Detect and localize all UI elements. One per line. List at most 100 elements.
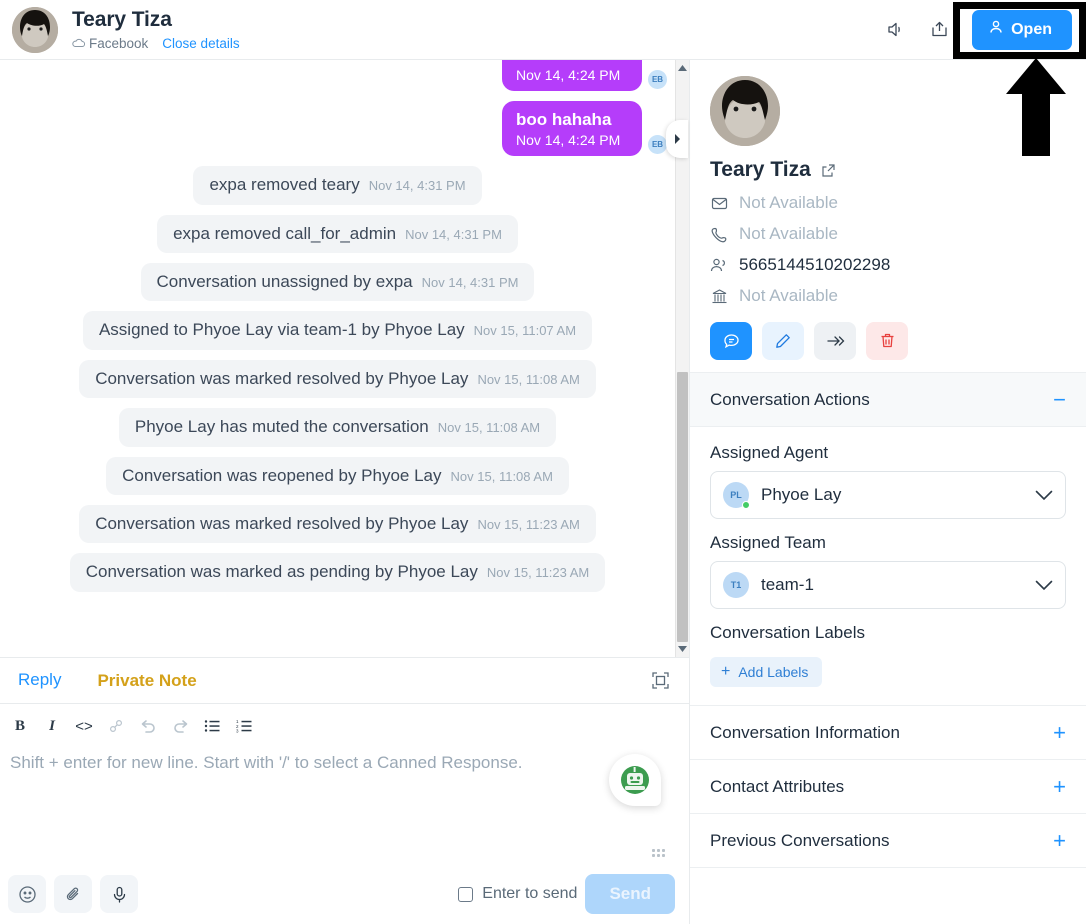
svg-text:3: 3 [236, 729, 239, 733]
paperclip-icon[interactable] [54, 875, 92, 913]
open-button[interactable]: Open [972, 9, 1072, 50]
contact-sidebar: Teary Tiza Not Available Not Available 566… [690, 60, 1086, 924]
message-row-system: Conversation was marked resolved by Phyo… [8, 504, 667, 544]
system-activity-timestamp: Nov 14, 4:31 PM [368, 178, 466, 194]
chat-icon[interactable] [710, 322, 752, 360]
system-activity-bubble: Assigned to Phyoe Lay via team-1 by Phyo… [82, 311, 593, 350]
enter-to-send-checkbox[interactable] [458, 886, 474, 902]
message-row-outgoing: Nov 14, 4:24 PM EB [8, 60, 667, 91]
message-list: Nov 14, 4:24 PM EB boo hahaha Nov 14, 4:24 … [0, 60, 675, 657]
system-activity-timestamp: Nov 15, 11:07 AM [473, 323, 577, 339]
emoji-icon[interactable] [8, 875, 46, 913]
system-activity-timestamp: Nov 15, 11:08 AM [437, 420, 541, 436]
contact-actions [710, 322, 1066, 360]
send-button[interactable]: Send [585, 874, 675, 914]
contact-field: Not Available [710, 193, 1066, 213]
company-icon [710, 288, 728, 305]
collapse-icon[interactable]: − [1053, 388, 1066, 411]
ordered-list-button[interactable]: 123 [230, 712, 258, 740]
team-avatar: T1 [723, 572, 749, 598]
message-row-system: Conversation was marked as pending by Ph… [8, 553, 667, 592]
expand-section-icon[interactable]: + [1053, 721, 1066, 744]
assigned-team-label: Assigned Team [710, 533, 826, 552]
system-activity-text: Conversation was marked resolved by Phyo… [95, 368, 469, 388]
tab-private-note[interactable]: Private Note [79, 658, 214, 704]
bullet-list-button[interactable] [198, 712, 226, 740]
system-activity-text: Conversation was marked resolved by Phyo… [95, 513, 469, 533]
plus-icon: + [721, 663, 731, 680]
bold-button-glyph: B [14, 717, 25, 734]
system-activity-text: expa removed teary [209, 175, 360, 195]
chevron-down-icon[interactable] [1035, 490, 1053, 501]
assigned-agent-select[interactable]: PL Phyoe Lay [710, 471, 1066, 519]
phone-icon [710, 226, 728, 243]
contact-field: 5665144510202298 [710, 255, 1066, 275]
system-activity-timestamp: Nov 15, 11:08 AM [450, 468, 553, 484]
enter-to-send-toggle[interactable]: Enter to send [458, 885, 577, 903]
speaker-icon[interactable] [878, 13, 912, 47]
message-bubble: boo hahaha Nov 14, 4:24 PM [502, 101, 642, 157]
sidebar-section-header[interactable]: Contact Attributes + [690, 760, 1086, 814]
contact-avatar-large [710, 76, 780, 146]
reply-tabs: Reply Private Note [0, 658, 689, 704]
system-activity-text: expa removed call_for_admin [173, 223, 397, 243]
conversation-pane: Nov 14, 4:24 PM EB boo hahaha Nov 14, 4:24 … [0, 60, 690, 924]
expand-icon[interactable] [645, 666, 675, 696]
code-button[interactable]: <> [70, 712, 98, 740]
reply-editor[interactable]: Shift + enter for new line. Start with '… [0, 746, 689, 866]
external-link-icon[interactable] [821, 163, 836, 178]
contact-fields: Not Available Not Available 56651445102022… [710, 193, 1066, 306]
conversation-app: Teary Tiza Facebook Close details Open N… [0, 0, 1086, 924]
message-text: boo hahaha [516, 110, 612, 129]
expand-section-icon[interactable]: + [1053, 829, 1066, 852]
sidebar-section-title: Previous Conversations [710, 830, 890, 850]
link-button[interactable] [102, 712, 130, 740]
redo-button[interactable] [166, 712, 194, 740]
agent-initials: PL [730, 490, 742, 500]
assigned-agent-label: Assigned Agent [710, 443, 829, 462]
system-activity-bubble: Conversation unassigned by expa Nov 14, 4… [140, 263, 535, 302]
close-details-link[interactable]: Close details [162, 36, 239, 51]
page-title: Teary Tiza [72, 8, 172, 32]
bold-button[interactable]: B [6, 712, 34, 740]
message-row-system: Conversation was marked resolved by Phyo… [8, 359, 667, 399]
contact-field-value: Not Available [739, 286, 838, 305]
add-labels-label: Add Labels [738, 664, 809, 680]
robot-icon[interactable] [609, 754, 661, 806]
merge-icon[interactable] [814, 322, 856, 360]
scroll-down-button[interactable] [676, 641, 689, 657]
app-body: Nov 14, 4:24 PM EB boo hahaha Nov 14, 4:24 … [0, 60, 1086, 924]
contact-field-value: 5665144510202298 [739, 255, 891, 274]
agent-avatar: PL [723, 482, 750, 509]
microphone-icon[interactable] [100, 875, 138, 913]
contact-field: Not Available [710, 224, 1066, 244]
undo-button[interactable] [134, 712, 162, 740]
message-timestamp: Nov 14, 4:24 PM [516, 67, 621, 83]
trash-icon[interactable] [866, 322, 908, 360]
system-activity-bubble: Conversation was marked as pending by Ph… [69, 553, 606, 592]
pencil-icon[interactable] [762, 322, 804, 360]
sidebar-sections: Conversation Information + Contact Attribu… [690, 706, 1086, 868]
sidebar-section-header[interactable]: Conversation Information + [690, 706, 1086, 760]
sidebar-toggle-button[interactable] [666, 120, 688, 158]
sidebar-section-header[interactable]: Previous Conversations + [690, 814, 1086, 868]
share-icon[interactable] [922, 13, 956, 47]
system-activity-bubble: Phyoe Lay has muted the conversation Nov … [118, 408, 557, 447]
chevron-down-icon[interactable] [1035, 580, 1053, 591]
add-labels-button[interactable]: + Add Labels [710, 657, 823, 687]
expand-section-icon[interactable]: + [1053, 775, 1066, 798]
contact-name-row: Teary Tiza [710, 158, 1066, 182]
tab-reply[interactable]: Reply [0, 658, 79, 704]
italic-button[interactable]: I [38, 712, 66, 740]
message-row-system: expa removed call_for_admin Nov 14, 4:31 … [8, 214, 667, 254]
scrollbar-thumb[interactable] [677, 372, 688, 642]
system-activity-bubble: Conversation was marked resolved by Phyo… [79, 504, 596, 544]
channel-badge: Facebook [72, 36, 148, 51]
scroll-up-button[interactable] [676, 60, 689, 76]
assigned-team-select[interactable]: T1 team-1 [710, 561, 1066, 609]
bot-dots-icon [652, 849, 665, 857]
conversation-actions-header[interactable]: Conversation Actions − [690, 373, 1086, 427]
contact-field-value: Not Available [739, 193, 838, 212]
system-activity-timestamp: Nov 15, 11:08 AM [477, 371, 580, 387]
system-activity-text: Conversation unassigned by expa [156, 272, 413, 292]
